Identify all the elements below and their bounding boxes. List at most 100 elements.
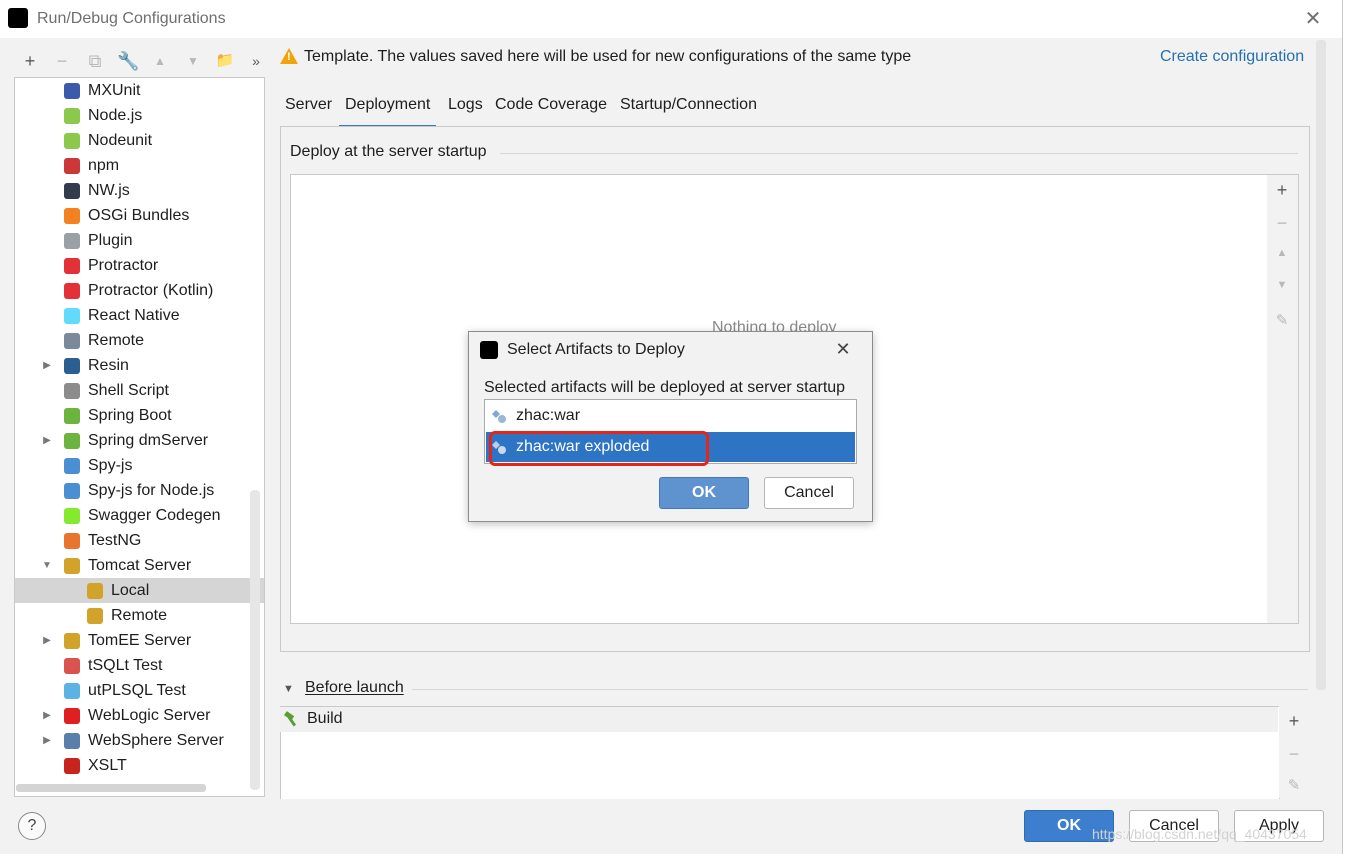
tree-item[interactable]: ▶ WebSphere Server	[15, 728, 264, 753]
tree-item-label: Protractor (Kotlin)	[88, 282, 214, 299]
move-up-icon[interactable]: ▲	[149, 50, 171, 72]
expand-arrow-icon[interactable]: ▶	[41, 703, 53, 728]
copy-configuration-icon[interactable]: ⧉	[84, 50, 106, 72]
configuration-tree[interactable]: MXUnit Node.js Nodeunit npm NW.js OSGi Bundle…	[14, 77, 265, 797]
tree-item[interactable]: Protractor	[15, 253, 264, 278]
dialog-description: Selected artifacts will be deployed at s…	[484, 379, 846, 396]
tomcat-icon	[64, 558, 80, 574]
expand-arrow-icon[interactable]: ▶	[41, 728, 53, 753]
tree-item-label: Protractor	[88, 257, 159, 274]
expand-arrow-icon[interactable]: ▶	[41, 428, 53, 453]
tree-item[interactable]: XSLT	[15, 753, 264, 778]
add-artifact-button[interactable]: +	[1272, 180, 1292, 201]
react-native-icon	[64, 308, 80, 324]
tree-item[interactable]: OSGi Bundles	[15, 203, 264, 228]
tree-item[interactable]: Swagger Codegen	[15, 503, 264, 528]
expand-arrow-icon[interactable]: ▶	[41, 628, 53, 653]
collapse-arrow-icon[interactable]: ▼	[41, 553, 53, 578]
before-launch-title[interactable]: Before launch	[305, 679, 404, 697]
tree-item-label: MXUnit	[88, 82, 141, 99]
before-launch-row[interactable]	[280, 707, 1278, 732]
create-configuration-link[interactable]: Create configuration	[1160, 48, 1304, 66]
edit-defaults-wrench-icon[interactable]: 🔧	[117, 50, 139, 72]
remove-artifact-button[interactable]: −	[1272, 213, 1292, 234]
npm-icon	[64, 158, 80, 174]
edit-artifact-pencil-icon[interactable]: ✎	[1272, 311, 1292, 329]
tree-item[interactable]: Local	[15, 578, 264, 603]
tree-item-label: React Native	[88, 307, 180, 324]
warning-mark: !	[287, 51, 291, 63]
tree-item[interactable]: ▶ WebLogic Server	[15, 703, 264, 728]
tree-item[interactable]: Remote	[15, 603, 264, 628]
move-down-icon[interactable]: ▼	[182, 50, 204, 72]
watermark: https://blog.csdn.net/qq_40437054	[1092, 826, 1307, 842]
tree-item[interactable]: Spy-js	[15, 453, 264, 478]
spring-boot-icon	[64, 408, 80, 424]
tree-item[interactable]: Spring Boot	[15, 403, 264, 428]
collapse-before-launch-icon[interactable]: ▼	[283, 683, 294, 695]
xslt-icon	[64, 758, 80, 774]
tree-horizontal-scrollbar[interactable]	[16, 784, 206, 792]
tree-item[interactable]: MXUnit	[15, 78, 264, 103]
move-artifact-down-icon[interactable]: ▼	[1272, 279, 1292, 291]
tree-item[interactable]: npm	[15, 153, 264, 178]
tree-item[interactable]: Shell Script	[15, 378, 264, 403]
tree-item-label: Resin	[88, 357, 129, 374]
tree-item-label: Node.js	[88, 107, 143, 124]
tree-item[interactable]: Protractor (Kotlin)	[15, 278, 264, 303]
nodeunit-icon	[64, 133, 80, 149]
tree-item[interactable]: ▶ Spring dmServer	[15, 428, 264, 453]
protractor-icon	[64, 258, 80, 274]
tree-item[interactable]: ▼ Tomcat Server	[15, 553, 264, 578]
tree-item-label: utPLSQL Test	[88, 682, 186, 699]
osgi-icon	[64, 208, 80, 224]
move-artifact-up-icon[interactable]: ▲	[1272, 247, 1292, 259]
tree-item[interactable]: tSQLt Test	[15, 653, 264, 678]
hammer-icon	[284, 711, 297, 727]
remove-task-button[interactable]: −	[1284, 744, 1304, 765]
spring-dmserver-icon	[64, 433, 80, 449]
utplsql-icon	[64, 683, 80, 699]
tab-code-coverage[interactable]: Code Coverage	[495, 95, 607, 125]
spy-js-icon	[64, 458, 80, 474]
tree-item[interactable]: React Native	[15, 303, 264, 328]
tree-item-label: XSLT	[88, 757, 127, 774]
close-icon[interactable]: ✕	[1302, 8, 1324, 30]
tree-item[interactable]: TestNG	[15, 528, 264, 553]
add-task-button[interactable]: +	[1284, 711, 1304, 732]
resin-icon	[64, 358, 80, 374]
edit-task-pencil-icon[interactable]: ✎	[1284, 776, 1304, 794]
tab-server[interactable]: Server	[285, 95, 332, 125]
dialog-title: Select Artifacts to Deploy	[507, 341, 685, 358]
add-configuration-button[interactable]: +	[19, 50, 41, 72]
tree-item-label: Remote	[88, 332, 145, 349]
new-folder-icon[interactable]: 📁	[214, 50, 236, 72]
tab-logs[interactable]: Logs	[448, 95, 483, 125]
expand-arrow-icon[interactable]: ▶	[41, 353, 53, 378]
tree-item[interactable]: Nodeunit	[15, 128, 264, 153]
tab-startup-connection[interactable]: Startup/Connection	[620, 95, 757, 125]
tree-item[interactable]: Spy-js for Node.js	[15, 478, 264, 503]
artifact-row-war[interactable]: zhac:war	[486, 401, 855, 431]
tree-item[interactable]: NW.js	[15, 178, 264, 203]
dialog-ok-button[interactable]: OK	[659, 477, 749, 509]
help-button[interactable]: ?	[18, 812, 46, 840]
tree-item[interactable]: ▶ TomEE Server	[15, 628, 264, 653]
nodejs-icon	[64, 108, 80, 124]
remove-configuration-button[interactable]: −	[51, 50, 73, 72]
tree-item-label: Local	[111, 582, 150, 599]
tree-item-label: Spy-js	[88, 457, 133, 474]
tree-item[interactable]: Remote	[15, 328, 264, 353]
tree-item[interactable]: Plugin	[15, 228, 264, 253]
tree-item-label: Spring Boot	[88, 407, 172, 424]
dialog-close-icon[interactable]: ✕	[833, 339, 853, 360]
tree-item[interactable]: ▶ Resin	[15, 353, 264, 378]
tree-item[interactable]: Node.js	[15, 103, 264, 128]
settings-vertical-scrollbar[interactable]	[1316, 40, 1326, 690]
tab-deployment[interactable]: Deployment	[339, 95, 437, 128]
tree-vertical-scrollbar[interactable]	[250, 490, 260, 790]
tree-item-label: Spy-js for Node.js	[88, 482, 215, 499]
dialog-cancel-button[interactable]: Cancel	[764, 477, 854, 509]
more-actions-icon[interactable]: »	[245, 50, 267, 72]
tree-item[interactable]: utPLSQL Test	[15, 678, 264, 703]
